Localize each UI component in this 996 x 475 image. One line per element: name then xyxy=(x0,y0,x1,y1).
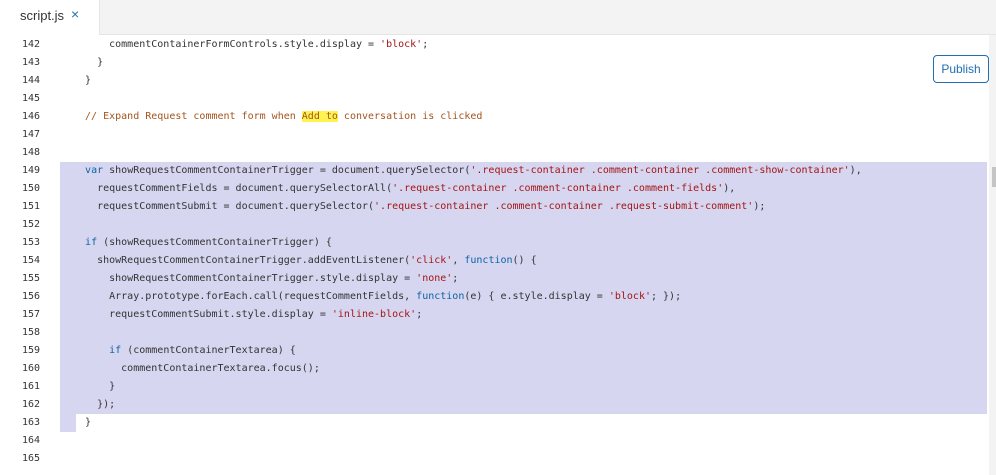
code-text[interactable]: } xyxy=(60,57,103,68)
code-line[interactable]: 159 if (commentContainerTextarea) { xyxy=(0,342,996,360)
code-line[interactable]: 147 xyxy=(0,126,996,144)
code-line[interactable]: 146 // Expand Request comment form when … xyxy=(0,108,996,126)
code-line[interactable]: 165 xyxy=(0,450,996,468)
code-text[interactable]: commentContainerTextarea.focus(); xyxy=(60,363,320,374)
line-number: 148 xyxy=(21,147,40,158)
line-number: 161 xyxy=(21,381,40,392)
tab-script-js[interactable]: script.js × xyxy=(0,0,100,35)
code-text[interactable]: var showRequestCommentContainerTrigger =… xyxy=(60,165,862,176)
code-line[interactable]: 163 } xyxy=(0,414,996,432)
line-number: 164 xyxy=(21,435,40,446)
code-text[interactable]: } xyxy=(60,75,91,86)
code-line[interactable]: 149 var showRequestCommentContainerTrigg… xyxy=(0,162,996,180)
code-line[interactable]: 142 commentContainerFormControls.style.d… xyxy=(0,36,996,54)
code-line[interactable]: 153 if (showRequestCommentContainerTrigg… xyxy=(0,234,996,252)
code-line[interactable]: 160 commentContainerTextarea.focus(); xyxy=(0,360,996,378)
line-number: 147 xyxy=(21,129,40,140)
code-text[interactable]: Array.prototype.forEach.call(requestComm… xyxy=(60,291,681,302)
code-line[interactable]: 162 }); xyxy=(0,396,996,414)
code-text[interactable]: if (showRequestCommentContainerTrigger) … xyxy=(60,237,332,248)
code-text[interactable]: showRequestCommentContainerTrigger.style… xyxy=(60,273,458,284)
code-line[interactable]: 154 showRequestCommentContainerTrigger.a… xyxy=(0,252,996,270)
code-line[interactable]: 152 xyxy=(0,216,996,234)
code-line[interactable]: 161 } xyxy=(0,378,996,396)
line-number: 160 xyxy=(21,363,40,374)
line-number: 153 xyxy=(21,237,40,248)
vertical-scrollbar[interactable] xyxy=(989,35,996,475)
close-icon[interactable]: × xyxy=(71,6,79,22)
code-text[interactable]: commentContainerFormControls.style.displ… xyxy=(60,39,428,50)
line-number: 150 xyxy=(21,183,40,194)
line-number: 146 xyxy=(21,111,40,122)
selection-highlight xyxy=(60,396,987,414)
line-number: 162 xyxy=(21,399,40,410)
code-text[interactable]: if (commentContainerTextarea) { xyxy=(60,345,296,356)
line-number: 158 xyxy=(21,327,40,338)
line-number: 156 xyxy=(21,291,40,302)
line-number: 165 xyxy=(21,453,40,464)
code-text[interactable]: // Expand Request comment form when Add … xyxy=(60,111,482,122)
line-number: 159 xyxy=(21,345,40,356)
scrollbar-thumb[interactable] xyxy=(992,167,996,187)
line-number: 144 xyxy=(21,75,40,86)
code-text[interactable]: } xyxy=(60,417,91,428)
selection-highlight xyxy=(60,216,987,234)
selection-highlight xyxy=(60,378,987,396)
code-line[interactable]: 150 requestCommentFields = document.quer… xyxy=(0,180,996,198)
code-line[interactable]: 164 xyxy=(0,432,996,450)
publish-button[interactable]: Publish xyxy=(933,55,989,83)
line-number: 149 xyxy=(21,165,40,176)
code-line[interactable]: 145 xyxy=(0,90,996,108)
line-number: 145 xyxy=(21,93,40,104)
code-line[interactable]: 144 } xyxy=(0,72,996,90)
code-text[interactable]: showRequestCommentContainerTrigger.addEv… xyxy=(60,255,537,266)
code-text[interactable]: requestCommentFields = document.querySel… xyxy=(60,183,735,194)
code-text[interactable]: }); xyxy=(60,399,115,410)
code-line[interactable]: 158 xyxy=(0,324,996,342)
code-line[interactable]: 148 xyxy=(0,144,996,162)
code-line[interactable]: 155 showRequestCommentContainerTrigger.s… xyxy=(0,270,996,288)
line-number: 152 xyxy=(21,219,40,230)
tab-label[interactable]: script.js xyxy=(20,8,64,23)
tab-bar: script.js × xyxy=(0,0,996,35)
code-line[interactable]: 157 requestCommentSubmit.style.display =… xyxy=(0,306,996,324)
code-text[interactable]: } xyxy=(60,381,115,392)
code-editor[interactable]: 142 commentContainerFormControls.style.d… xyxy=(0,35,996,475)
line-number: 143 xyxy=(21,57,40,68)
line-number: 155 xyxy=(21,273,40,284)
line-number: 154 xyxy=(21,255,40,266)
line-number: 163 xyxy=(21,417,40,428)
code-text[interactable]: requestCommentSubmit = document.querySel… xyxy=(60,201,765,212)
line-number: 157 xyxy=(21,309,40,320)
code-line[interactable]: 151 requestCommentSubmit = document.quer… xyxy=(0,198,996,216)
line-number: 142 xyxy=(21,39,40,50)
code-text[interactable]: requestCommentSubmit.style.display = 'in… xyxy=(60,309,422,320)
code-line[interactable]: 143 } xyxy=(0,54,996,72)
selection-highlight xyxy=(60,324,987,342)
code-line[interactable]: 156 Array.prototype.forEach.call(request… xyxy=(0,288,996,306)
line-number: 151 xyxy=(21,201,40,212)
